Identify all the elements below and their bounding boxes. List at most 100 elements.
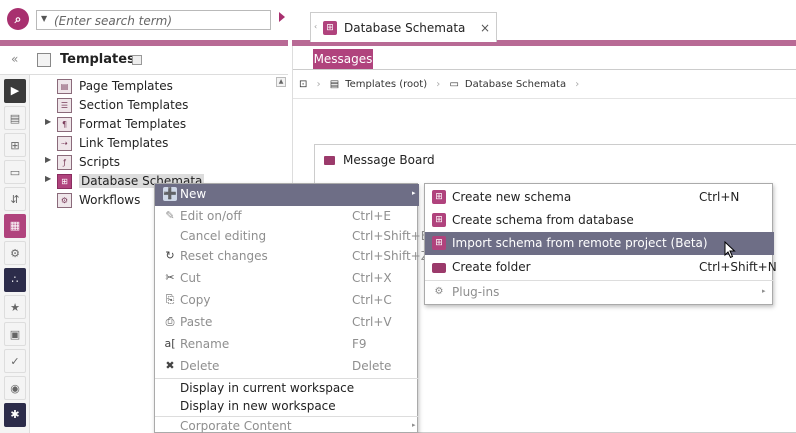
tree-item-label: Section Templates <box>79 98 189 112</box>
menu-item-cut[interactable]: ✂ Cut Ctrl+X <box>155 268 419 290</box>
menu-item-label: Paste <box>180 315 213 329</box>
tab-label: Database Schemata <box>344 21 466 35</box>
menu-item-cancel-editing[interactable]: Cancel editing Ctrl+Shift+E <box>155 226 428 248</box>
rail-users-icon[interactable]: ∴ <box>4 268 26 292</box>
rail-record-icon[interactable]: ◉ <box>4 376 26 400</box>
search-dropdown-icon[interactable]: ▼ <box>41 14 47 23</box>
menu-item-paste[interactable]: ⎙ Paste Ctrl+V <box>155 312 419 334</box>
top-bar: ⌕ ▼ (Enter search term) ‹ ⊞ Database Sch… <box>0 0 796 46</box>
tree-item-scripts[interactable]: ▶ ƒ Scripts <box>0 155 275 173</box>
expand-icon[interactable]: ▶ <box>45 174 51 183</box>
search-field[interactable]: ▼ (Enter search term) <box>36 10 271 30</box>
menu-shortcut: Ctrl+N <box>699 190 740 204</box>
menu-item-delete[interactable]: ✖ Delete Delete <box>155 356 419 378</box>
tree-item-label: Link Templates <box>79 136 169 150</box>
menu-shortcut: Ctrl+Shift+Z <box>352 249 429 263</box>
menu-item-display-new-workspace[interactable]: Display in new workspace <box>155 396 419 418</box>
submenu-item-label: Create schema from database <box>452 213 634 227</box>
submenu-item-create-new-schema[interactable]: ⊞ Create new schema Ctrl+N <box>425 186 774 209</box>
menu-shortcut: Ctrl+Shift+E <box>352 229 429 243</box>
submenu-item-label: Import schema from remote project (Beta) <box>452 236 708 250</box>
copy-icon: ⎘ <box>165 293 175 306</box>
breadcrumb-separator: › <box>575 79 580 90</box>
rail-stack-icon[interactable]: ▣ <box>4 322 26 346</box>
rail-gear-icon[interactable]: ⚙ <box>4 241 26 265</box>
submenu-arrow-icon: ▸ <box>412 189 416 197</box>
submenu-item-label: Plug-ins <box>452 285 500 299</box>
schema-icon: ⊞ <box>432 190 446 204</box>
menu-item-label: Display in current workspace <box>180 381 355 395</box>
rail-plugin-icon[interactable]: ✱ <box>4 403 26 427</box>
submenu-item-label: Create new schema <box>452 190 572 204</box>
menu-item-label: Edit on/off <box>180 209 242 223</box>
panel-title-badge-icon <box>132 55 142 65</box>
search-logo-icon[interactable]: ⌕ <box>7 8 29 30</box>
menu-item-label: Reset changes <box>180 249 268 263</box>
breadcrumb-current[interactable]: Database Schemata <box>465 79 566 90</box>
menu-item-label: Cancel editing <box>180 229 267 243</box>
breadcrumb-home-icon[interactable]: ⊡ <box>299 79 307 90</box>
menu-item-label: Delete <box>180 359 220 373</box>
menu-shortcut: Delete <box>352 359 392 373</box>
rail-star-icon[interactable]: ★ <box>4 295 26 319</box>
submenu-item-create-folder[interactable]: Create folder Ctrl+Shift+N <box>425 256 777 279</box>
new-icon: ➕ <box>163 187 177 201</box>
script-icon: ƒ <box>57 155 72 170</box>
panel-divider <box>0 74 288 75</box>
tree-item-link-templates[interactable]: ⇢ Link Templates <box>0 136 275 154</box>
tree-item-page-templates[interactable]: ▤ Page Templates <box>0 79 275 97</box>
menu-item-label: Display in new workspace <box>180 399 336 413</box>
expand-icon[interactable]: ▶ <box>45 117 51 126</box>
context-menu: ➕ New ▸ ✎ Edit on/off Ctrl+E Cancel edit… <box>154 183 429 433</box>
menu-item-corporate-content[interactable]: Corporate Content ▸ <box>155 416 419 433</box>
edit-icon: ✎ <box>165 209 175 222</box>
tree-item-section-templates[interactable]: ☰ Section Templates <box>0 98 275 116</box>
paste-icon: ⎙ <box>165 315 175 328</box>
mouse-cursor-icon <box>724 241 736 259</box>
rail-templates-icon[interactable]: ▦ <box>4 214 26 238</box>
divider <box>293 98 796 99</box>
menu-item-label: Copy <box>180 293 211 307</box>
menu-shortcut: Ctrl+V <box>352 315 392 329</box>
breadcrumb-templates-icon: ▤ <box>329 79 340 90</box>
menu-item-copy[interactable]: ⎘ Copy Ctrl+C <box>155 290 419 312</box>
tree-item-label: Workflows <box>79 193 141 207</box>
collapse-panel-icon[interactable]: « <box>11 52 18 66</box>
menu-item-label: Corporate Content <box>180 419 292 433</box>
menu-item-new[interactable]: ➕ New ▸ <box>155 184 419 206</box>
folder-icon <box>324 156 335 165</box>
reset-icon: ↻ <box>165 249 175 262</box>
database-schema-icon: ⊞ <box>57 174 72 189</box>
scroll-up-icon[interactable]: ▲ <box>276 77 286 87</box>
tree-item-label: Format Templates <box>79 117 187 131</box>
new-submenu: ⊞ Create new schema Ctrl+N ⊞ Create sche… <box>424 183 777 305</box>
rail-check-icon[interactable]: ✓ <box>4 349 26 373</box>
search-placeholder: (Enter search term) <box>54 14 173 28</box>
menu-item-rename[interactable]: a[ Rename F9 <box>155 334 419 356</box>
section-template-icon: ☰ <box>57 98 72 113</box>
breadcrumb: ⊡ › ▤ Templates (root) › ▭ Database Schema… <box>299 79 585 90</box>
submenu-item-plug-ins[interactable]: ⚙ Plug-ins ▸ <box>425 281 774 304</box>
delete-icon: ✖ <box>165 359 175 372</box>
gear-icon: ⚙ <box>434 286 444 297</box>
folder-icon <box>432 263 446 273</box>
menu-item-edit[interactable]: ✎ Edit on/off Ctrl+E <box>155 206 419 228</box>
tree-item-label: Page Templates <box>79 79 173 93</box>
panel-title: Templates <box>60 52 135 67</box>
menu-item-reset-changes[interactable]: ↻ Reset changes Ctrl+Shift+Z <box>155 246 429 268</box>
tab-messages[interactable]: Messages <box>313 49 373 69</box>
breadcrumb-root[interactable]: Templates (root) <box>345 79 427 90</box>
format-template-icon: ¶ <box>57 117 72 132</box>
menu-item-label: Cut <box>180 271 201 285</box>
tab-scroll-left-icon[interactable]: ‹ <box>314 22 317 31</box>
submenu-item-create-schema-from-database[interactable]: ⊞ Create schema from database <box>425 209 774 232</box>
breadcrumb-folder-icon: ▭ <box>449 79 459 90</box>
search-go-icon[interactable] <box>279 12 285 22</box>
message-board-title: Message Board <box>343 153 435 167</box>
tree-item-format-templates[interactable]: ▶ ¶ Format Templates <box>0 117 275 135</box>
expand-icon[interactable]: ▶ <box>45 155 51 164</box>
cut-icon: ✂ <box>165 271 175 284</box>
close-icon[interactable]: × <box>480 21 490 35</box>
tab-database-schemata[interactable]: ‹ ⊞ Database Schemata × <box>310 12 497 42</box>
submenu-item-import-schema[interactable]: ⊞ Import schema from remote project (Bet… <box>425 232 774 255</box>
